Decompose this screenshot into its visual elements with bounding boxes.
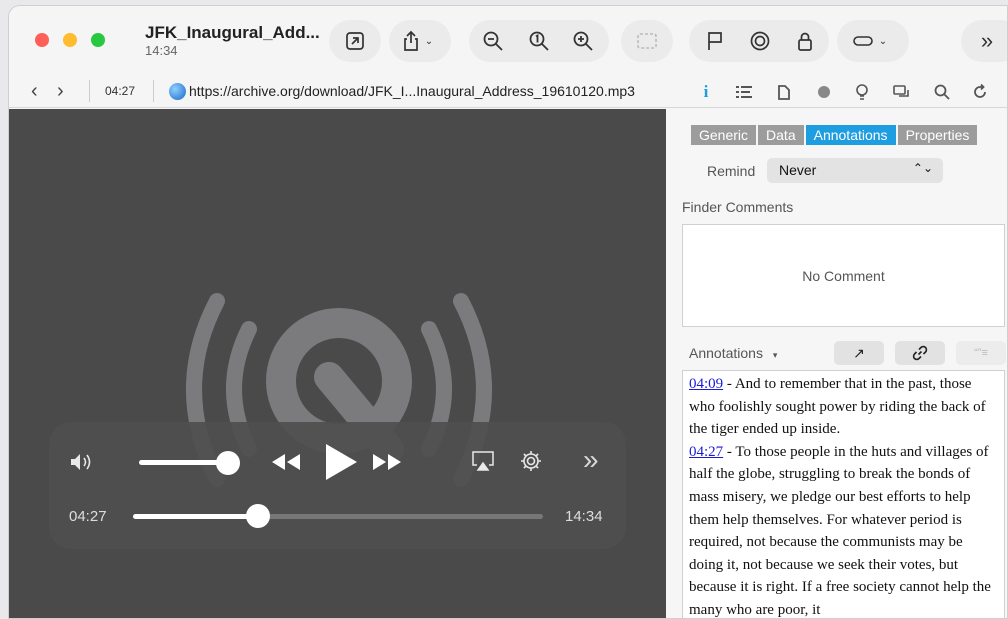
remind-label: Remind [707, 163, 756, 179]
app-window: JFK_Inaugural_Add... 14:34 ⌄ ⌄ » ‹ › 04:… [8, 5, 1008, 619]
toolbar: JFK_Inaugural_Add... 14:34 ⌄ ⌄ » [9, 6, 1007, 74]
finder-comments-field[interactable]: No Comment [682, 224, 1005, 327]
annotation-timestamp-link[interactable]: 04:27 [689, 444, 723, 460]
actual-size-icon[interactable] [525, 27, 553, 55]
document-icon[interactable] [775, 84, 793, 100]
divider [153, 80, 154, 102]
settings-gear-icon[interactable] [519, 449, 543, 478]
link-button[interactable] [895, 341, 945, 365]
back-button[interactable]: ‹ [31, 80, 38, 103]
progress-fill [133, 514, 259, 519]
forward-button[interactable]: › [57, 80, 64, 103]
info-icon[interactable]: i [697, 82, 715, 101]
tab-data[interactable]: Data [758, 125, 804, 145]
lightbulb-icon[interactable] [853, 83, 871, 100]
rewind-icon[interactable] [271, 451, 301, 478]
chat-icon[interactable] [893, 84, 911, 100]
format-button[interactable]: “”≡ [956, 341, 1006, 365]
volume-knob[interactable] [216, 451, 240, 475]
play-icon[interactable] [324, 442, 358, 487]
list-icon[interactable] [735, 84, 753, 100]
minimize-button[interactable] [63, 33, 77, 47]
flag-icon[interactable] [701, 27, 729, 55]
more-icon[interactable]: » [973, 27, 1001, 55]
triangle-down-icon: ▾ [772, 350, 778, 360]
target-icon[interactable] [746, 27, 774, 55]
remind-value: Never [779, 162, 817, 178]
total-time: 14:34 [565, 508, 603, 525]
url-field[interactable]: https://archive.org/download/JFK_I...Ina… [189, 83, 635, 99]
annotation-text: - To those people in the huts and villag… [689, 443, 991, 618]
chevron-down-icon[interactable]: ⌄ [875, 27, 891, 55]
refresh-icon[interactable] [971, 84, 989, 100]
circle-icon[interactable] [815, 84, 833, 100]
more-options-icon[interactable]: » [583, 444, 599, 476]
progress-knob[interactable] [246, 504, 271, 528]
zoom-in-icon[interactable] [569, 27, 597, 55]
media-player[interactable]: » 04:27 14:34 [9, 109, 666, 618]
annotations-label: Annotations [689, 345, 763, 361]
annotations-text[interactable]: 04:09 - And to remember that in the past… [682, 370, 1005, 618]
fast-forward-icon[interactable] [372, 451, 402, 478]
zoom-button[interactable] [91, 33, 105, 47]
finder-comments-text: No Comment [802, 267, 885, 284]
tab-annotations[interactable]: Annotations [805, 125, 896, 145]
volume-icon[interactable] [69, 452, 95, 477]
quote-list-icon: “”≡ [974, 347, 988, 359]
chevron-updown-icon: ⌃⌄ [912, 161, 933, 175]
insert-link-button[interactable]: ↗ [834, 341, 884, 365]
chevron-down-icon[interactable]: ⌄ [421, 27, 437, 55]
airplay-icon[interactable] [471, 450, 495, 477]
lock-icon[interactable] [791, 27, 819, 55]
tab-generic[interactable]: Generic [691, 125, 757, 145]
remind-select[interactable]: Never ⌃⌄ [767, 158, 943, 183]
annotation-text: - And to remember that in the past, thos… [689, 376, 986, 438]
playback-controls: » 04:27 14:34 [49, 422, 626, 549]
divider [89, 80, 90, 102]
address-time: 04:27 [105, 84, 136, 98]
current-time: 04:27 [69, 508, 107, 525]
tab-properties[interactable]: Properties [897, 125, 978, 145]
window-title: JFK_Inaugural_Add... [145, 23, 320, 42]
globe-icon [169, 83, 186, 100]
crop-icon[interactable] [633, 27, 661, 55]
annotation-timestamp-link[interactable]: 04:09 [689, 376, 723, 392]
search-icon[interactable] [933, 84, 951, 100]
arrow-up-right-icon: ↗ [853, 344, 865, 361]
window-subtitle: 14:34 [145, 43, 178, 58]
finder-comments-label: Finder Comments [682, 199, 794, 215]
toggle-icon[interactable] [849, 27, 877, 55]
address-bar: ‹ › 04:27 https://archive.org/download/J… [9, 74, 1007, 108]
inspector-panel: Generic Data Annotations Properties Remind … [667, 109, 1007, 618]
link-icon [912, 345, 928, 361]
inspector-tabs: Generic Data Annotations Properties [691, 125, 979, 145]
close-button[interactable] [35, 33, 49, 47]
annotation-entry: 04:09 - And to remember that in the past… [689, 373, 998, 441]
annotations-menu[interactable]: Annotations ▾ [689, 345, 777, 361]
annotation-entry: 04:27 - To those people in the huts and … [689, 441, 998, 618]
external-link-icon[interactable] [341, 27, 369, 55]
zoom-out-icon[interactable] [479, 27, 507, 55]
